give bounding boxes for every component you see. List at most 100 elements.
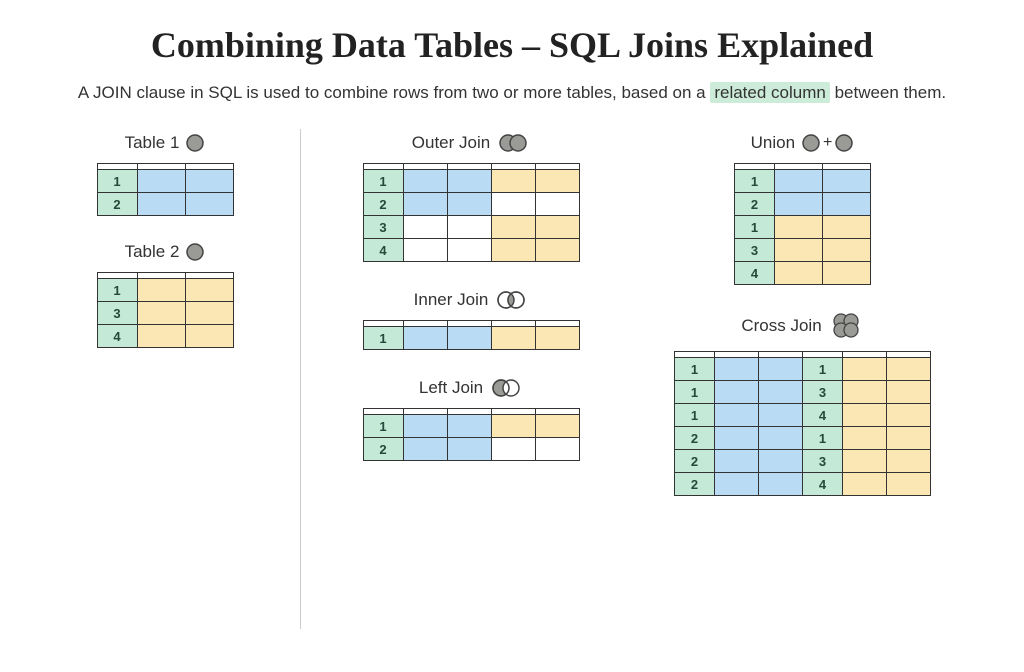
table-cell: [843, 358, 887, 381]
table-cell: 1: [97, 170, 137, 193]
table-cell: [491, 216, 535, 239]
source-tables-column: Table 1 12 Table 2 134: [40, 129, 290, 348]
table-row: 11: [675, 358, 931, 381]
table-cell: [185, 325, 233, 348]
table-cell: 1: [97, 279, 137, 302]
subtitle: A JOIN clause in SQL is used to combine …: [40, 83, 984, 103]
table-cell: [887, 381, 931, 404]
table-cell: [843, 381, 887, 404]
table-row: 13: [675, 381, 931, 404]
table-cell: 1: [675, 404, 715, 427]
table-cell: [535, 216, 579, 239]
table-cell: [403, 193, 447, 216]
table-row: 4: [735, 262, 871, 285]
table-row: 1: [363, 415, 579, 438]
table-cell: [185, 279, 233, 302]
table-cell: [491, 170, 535, 193]
table-cell: [715, 358, 759, 381]
table-cell: 1: [735, 170, 775, 193]
table-cell: 3: [803, 450, 843, 473]
table-cell: [823, 216, 871, 239]
single-circle-icon: [834, 133, 854, 153]
table-cell: [185, 302, 233, 325]
table-cell: [843, 473, 887, 496]
table-cell: [447, 438, 491, 461]
table-cell: [447, 415, 491, 438]
table-row: 4: [363, 239, 579, 262]
table-row: 1: [735, 216, 871, 239]
table-cell: 2: [97, 193, 137, 216]
table-cell: 2: [675, 450, 715, 473]
table-row: 1: [735, 170, 871, 193]
table-cell: [887, 404, 931, 427]
plus-sign: +: [823, 134, 832, 152]
table-cell: 3: [363, 216, 403, 239]
union-block: Union + 12134: [734, 133, 871, 285]
subtitle-pre: A JOIN clause in SQL is used to combine …: [78, 83, 710, 102]
table-cell: 1: [675, 358, 715, 381]
table-cell: 4: [735, 262, 775, 285]
table-row: 21: [675, 427, 931, 450]
table-cell: [759, 450, 803, 473]
inner-join-label: Inner Join: [414, 290, 489, 310]
related-column-highlight: related column: [710, 82, 830, 103]
cross-join-block: Cross Join 111314212324: [674, 311, 931, 496]
table-row: 2: [363, 438, 579, 461]
table1-grid: 12: [97, 163, 234, 216]
table-cell: [403, 438, 447, 461]
table-cell: 1: [803, 358, 843, 381]
left-join-grid: 12: [363, 408, 580, 461]
table-cell: 1: [735, 216, 775, 239]
union-label: Union: [751, 133, 795, 153]
table-cell: [447, 239, 491, 262]
table-cell: [535, 327, 579, 350]
table-cell: 2: [735, 193, 775, 216]
table-cell: [843, 427, 887, 450]
table-cell: 3: [97, 302, 137, 325]
cross-icon: [828, 311, 864, 341]
table-cell: 2: [675, 473, 715, 496]
table-cell: [491, 239, 535, 262]
table-row: 3: [363, 216, 579, 239]
table-cell: [535, 438, 579, 461]
table2-label: Table 2: [125, 242, 180, 262]
table-cell: [535, 170, 579, 193]
table-row: 23: [675, 450, 931, 473]
table-row: 2: [735, 193, 871, 216]
table-cell: [491, 415, 535, 438]
table-cell: 2: [363, 193, 403, 216]
table-cell: [775, 262, 823, 285]
table-cell: [759, 427, 803, 450]
table-cell: [137, 302, 185, 325]
outer-join-block: Outer Join 1234: [363, 133, 580, 262]
table-cell: [843, 450, 887, 473]
table-cell: [887, 427, 931, 450]
table-cell: [759, 404, 803, 427]
left-join-block: Left Join 12: [363, 378, 580, 461]
cross-join-grid: 111314212324: [674, 351, 931, 496]
left-join-label: Left Join: [419, 378, 483, 398]
table-cell: [715, 381, 759, 404]
table-cell: [403, 170, 447, 193]
table-cell: [447, 216, 491, 239]
table-row: 1: [97, 170, 233, 193]
single-circle-icon: [185, 133, 205, 153]
table-row: 1: [363, 327, 579, 350]
table-cell: [535, 415, 579, 438]
table-cell: [491, 193, 535, 216]
table-cell: [759, 473, 803, 496]
table-row: 2: [363, 193, 579, 216]
table-cell: 1: [803, 427, 843, 450]
vertical-divider: [300, 129, 301, 629]
table-cell: [843, 404, 887, 427]
table-cell: [137, 325, 185, 348]
table-cell: [823, 239, 871, 262]
cross-join-label: Cross Join: [741, 316, 821, 336]
table-cell: [887, 473, 931, 496]
table-cell: [759, 358, 803, 381]
joins-middle-column: Outer Join 1234 Inner Join: [321, 129, 621, 461]
table-cell: [535, 239, 579, 262]
table-cell: [403, 415, 447, 438]
table-cell: 2: [675, 427, 715, 450]
table-row: 4: [97, 325, 233, 348]
